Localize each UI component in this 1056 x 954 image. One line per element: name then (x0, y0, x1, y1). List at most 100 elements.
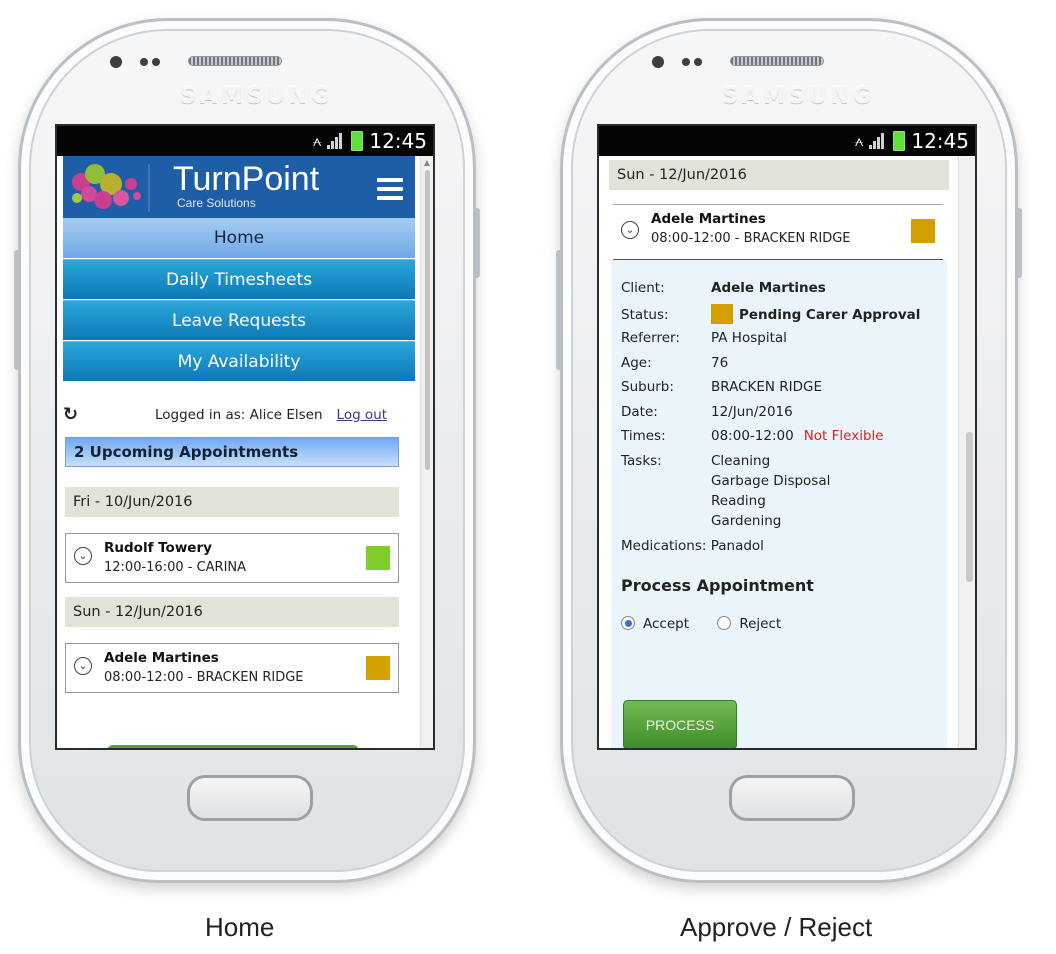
chevron-down-icon[interactable]: ⌄ (621, 221, 639, 239)
clock: 12:45 (911, 129, 969, 153)
sensor-icon (682, 58, 690, 66)
phone-home: SAMSUNG ⩜ 12:45 TurnPoint Care Solutions… (14, 18, 480, 883)
reject-radio[interactable] (717, 616, 732, 630)
sensor-icon (152, 58, 160, 66)
status-row: Status: Pending Carer Approval (621, 304, 920, 324)
menu-icon[interactable] (377, 178, 403, 205)
accept-label[interactable]: Accept (643, 616, 689, 632)
nav-home-label: Home (213, 228, 265, 248)
date-row: Date: 12/Jun/2016 (621, 404, 793, 420)
task-item: Gardening (711, 513, 782, 529)
action-button[interactable] (107, 745, 359, 748)
wifi-icon: ⩜ (854, 132, 864, 150)
appointment-item[interactable]: ⌄ Adele Martines 08:00-12:00 - BRACKEN R… (65, 643, 399, 693)
caption-home: Home (205, 912, 275, 942)
times-value: 08:00-12:00 (711, 428, 794, 444)
nav-daily-timesheets-label: Daily Timesheets (165, 269, 313, 290)
age-row: Age: 76 (621, 355, 728, 371)
referrer-value: PA Hospital (711, 330, 787, 346)
age-value: 76 (711, 355, 729, 371)
appointment-details: Client: Adele Martines Status: Pending Car… (611, 260, 947, 748)
medications-label: Medications: (621, 538, 707, 554)
status-swatch (911, 219, 935, 243)
accept-radio[interactable] (621, 616, 635, 630)
battery-icon (893, 131, 906, 151)
day-header: Sun - 12/Jun/2016 (65, 597, 399, 627)
nav-leave-requests[interactable]: Leave Requests (63, 300, 415, 340)
medications-row: Medications: Panadol (621, 538, 764, 554)
chevron-down-icon[interactable]: ⌄ (74, 547, 92, 565)
login-row: ↻ Logged in as: Alice Elsen Log out (63, 404, 408, 425)
nav-my-availability[interactable]: My Availability (63, 341, 415, 381)
nav-daily-timesheets[interactable]: Daily Timesheets (63, 259, 415, 299)
screen-detail: ⩜ 12:45 Sun - 12/Jun/2016 ⌄ Adele Martin… (597, 124, 977, 750)
sensor-icon (140, 58, 148, 66)
app-tagline: Care Solutions (177, 196, 256, 210)
appointment-client: Rudolf Towery (104, 540, 212, 556)
appointment-client: Adele Martines (104, 650, 219, 666)
scroll-thumb[interactable] (425, 170, 430, 470)
front-camera-icon (110, 56, 122, 68)
refresh-icon[interactable]: ↻ (63, 404, 155, 425)
day-header: Fri - 10/Jun/2016 (65, 487, 399, 517)
appointment-item[interactable]: ⌄ Rudolf Towery 12:00-16:00 - CARINA (65, 533, 399, 583)
suburb-label: Suburb: (621, 379, 674, 395)
appointment-time: 12:00-16:00 - CARINA (104, 560, 247, 575)
medications-value: Panadol (710, 538, 764, 554)
tasks-label: Tasks: (621, 453, 662, 469)
day-header: Sun - 12/Jun/2016 (609, 160, 949, 190)
date-value: 12/Jun/2016 (711, 404, 793, 420)
task-item: Garbage Disposal (711, 473, 831, 489)
referrer-row: Referrer: PA Hospital (621, 330, 787, 346)
client-label: Client: (621, 280, 665, 296)
referrer-label: Referrer: (621, 330, 680, 346)
reject-label[interactable]: Reject (739, 616, 781, 632)
front-camera-icon (652, 56, 664, 68)
status-swatch (366, 656, 390, 680)
logout-link[interactable]: Log out (337, 407, 388, 423)
earpiece-grille (188, 56, 282, 66)
battery-icon (351, 131, 364, 151)
times-row: Times: 08:00-12:00 Not Flexible (621, 428, 884, 444)
signal-icon (327, 133, 345, 149)
tasks-row: Tasks: (621, 453, 711, 469)
scroll-up-icon[interactable]: ▲ (421, 158, 433, 167)
caption-approve-reject: Approve / Reject (680, 912, 873, 942)
phone-detail: SAMSUNG ⩜ 12:45 Sun - 12/Jun/2016 ⌄ Adel… (556, 18, 1022, 883)
status-bar: ⩜ 12:45 (599, 126, 975, 156)
appointment-item-expanded[interactable]: ⌄ Adele Martines 08:00-12:00 - BRACKEN R… (613, 204, 943, 261)
clock: 12:45 (369, 129, 427, 153)
home-key (729, 775, 855, 821)
logged-in-text: Logged in as: Alice Elsen (155, 406, 323, 423)
status-label: Status: (621, 307, 669, 323)
earpiece-grille (730, 56, 824, 66)
sensor-icon (694, 58, 702, 66)
client-row: Client: Adele Martines (621, 280, 826, 296)
screen-home: ⩜ 12:45 TurnPoint Care Solutions Home Da… (55, 124, 435, 750)
brand-logo: SAMSUNG (180, 84, 333, 109)
home-page: TurnPoint Care Solutions Home Daily Time… (57, 156, 433, 748)
suburb-row: Suburb: BRACKEN RIDGE (621, 379, 822, 395)
client-value: Adele Martines (711, 280, 826, 296)
nav-home[interactable]: Home (63, 218, 415, 258)
home-key (187, 775, 313, 821)
date-label: Date: (621, 404, 658, 420)
appointment-client: Adele Martines (651, 211, 766, 227)
signal-icon (869, 133, 887, 149)
process-appointment-title: Process Appointment (621, 576, 814, 595)
status-value: Pending Carer Approval (739, 307, 921, 323)
app-header: TurnPoint Care Solutions (63, 156, 415, 218)
scrollbar[interactable] (958, 156, 975, 748)
process-button[interactable]: PROCESS (623, 700, 737, 748)
status-swatch (711, 304, 733, 324)
app-name: TurnPoint (173, 160, 320, 198)
suburb-value: BRACKEN RIDGE (711, 379, 823, 395)
task-item: Cleaning (711, 453, 771, 469)
scrollbar[interactable]: ▲ (420, 156, 433, 748)
status-bar: ⩜ 12:45 (57, 126, 433, 156)
times-label: Times: (621, 428, 666, 444)
status-swatch (366, 546, 390, 570)
chevron-down-icon[interactable]: ⌄ (74, 657, 92, 675)
appointment-detail-page: Sun - 12/Jun/2016 ⌄ Adele Martines 08:00… (599, 156, 975, 748)
scroll-thumb[interactable] (966, 432, 973, 582)
